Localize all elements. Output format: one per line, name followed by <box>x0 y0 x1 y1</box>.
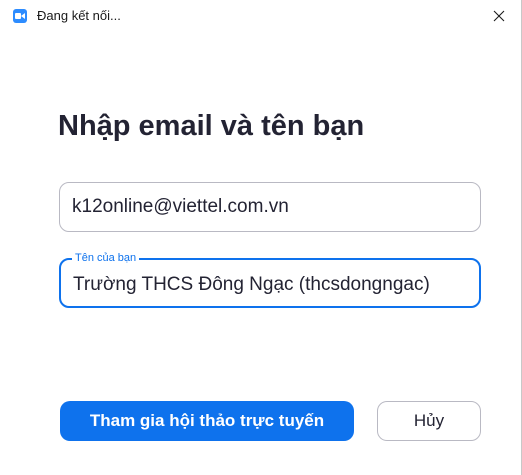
email-field[interactable] <box>72 183 470 231</box>
name-field-container: Tên của bạn <box>59 251 481 308</box>
close-button[interactable] <box>476 0 522 32</box>
email-field-container <box>59 182 481 232</box>
page-title: Nhập email và tên bạn <box>58 110 365 142</box>
title-bar: Đang kết nối... <box>0 0 522 32</box>
connecting-window: Đang kết nối... Nhập email và tên bạn Tê… <box>0 0 522 475</box>
window-title: Đang kết nối... <box>37 8 121 23</box>
cancel-button[interactable]: Hủy <box>377 401 481 441</box>
join-webinar-button[interactable]: Tham gia hội thảo trực tuyến <box>60 401 354 441</box>
close-icon <box>493 10 505 22</box>
zoom-camera-icon <box>13 9 27 23</box>
name-field[interactable] <box>73 262 471 308</box>
